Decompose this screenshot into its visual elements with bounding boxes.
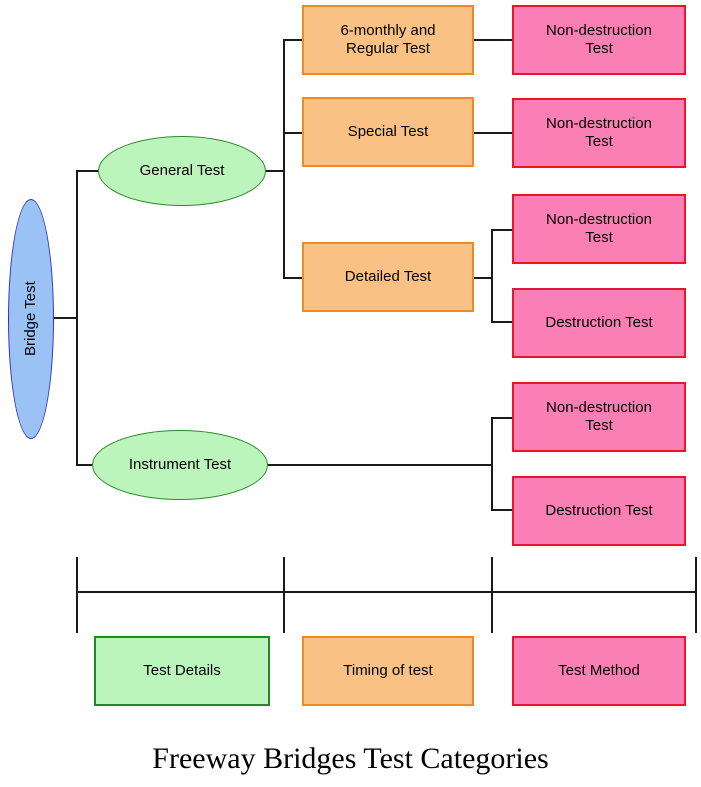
node-method-destruction-2[interactable]: Destruction Test xyxy=(512,476,686,546)
node-method-destruction-1[interactable]: Destruction Test xyxy=(512,288,686,358)
connector-special-to-method xyxy=(474,132,514,134)
node-method-nondestruction-2-label: Non-destruction Test xyxy=(546,115,652,150)
node-method-nondestruction-1-label: Non-destruction Test xyxy=(546,22,652,57)
node-method-nondestruction-3-label: Non-destruction Test xyxy=(546,211,652,246)
node-method-nondestruction-2[interactable]: Non-destruction Test xyxy=(512,98,686,168)
legend-item-timing-of-test-label: Timing of test xyxy=(343,662,433,680)
node-method-nondestruction-4[interactable]: Non-destruction Test xyxy=(512,382,686,452)
legend-item-timing-of-test[interactable]: Timing of test xyxy=(302,636,474,706)
legend-tick-3 xyxy=(491,557,493,633)
connector-sixmonthly-to-method xyxy=(474,39,514,41)
diagram-caption: Freeway Bridges Test Categories xyxy=(152,742,549,775)
node-instrument-test-label: Instrument Test xyxy=(128,456,232,474)
legend-tick-4 xyxy=(695,557,697,633)
node-general-test-label: General Test xyxy=(139,162,225,180)
legend-item-test-method-label: Test Method xyxy=(558,662,640,680)
legend-item-test-method[interactable]: Test Method xyxy=(512,636,686,706)
node-detailed-test[interactable]: Detailed Test xyxy=(302,242,474,312)
connector-detailed-split-trunk xyxy=(491,229,493,323)
connector-detailed-to-nondestruction xyxy=(491,229,514,231)
node-method-destruction-2-label: Destruction Test xyxy=(545,502,653,520)
connector-timing-to-sixmonthly xyxy=(283,39,302,41)
node-detailed-test-label: Detailed Test xyxy=(344,268,432,286)
node-method-nondestruction-4-label: Non-destruction Test xyxy=(546,399,652,434)
diagram-canvas: Bridge Test General Test Instrument Test… xyxy=(0,0,701,787)
legend-item-test-details[interactable]: Test Details xyxy=(94,636,270,706)
connector-root-trunk xyxy=(76,170,78,466)
node-method-nondestruction-1[interactable]: Non-destruction Test xyxy=(512,5,686,75)
connector-timing-to-detailed xyxy=(283,277,302,279)
legend-tick-1 xyxy=(76,557,78,633)
node-general-test[interactable]: General Test xyxy=(98,136,266,206)
node-six-monthly-regular-test[interactable]: 6-monthly and Regular Test xyxy=(302,5,474,75)
connector-timing-to-special xyxy=(283,132,302,134)
node-bridge-test-label: Bridge Test xyxy=(22,281,40,357)
node-special-test-label: Special Test xyxy=(347,123,429,141)
connector-detailed-to-destruction xyxy=(491,321,514,323)
connector-root-stub xyxy=(52,317,78,319)
connector-timing-trunk xyxy=(283,39,285,279)
connector-instrument-to-nondestruction xyxy=(491,417,514,419)
connector-instrument-to-destruction xyxy=(491,509,514,511)
connector-general-stub xyxy=(264,170,285,172)
node-method-nondestruction-3[interactable]: Non-destruction Test xyxy=(512,194,686,264)
node-bridge-test[interactable]: Bridge Test xyxy=(8,199,54,439)
connector-instrument-split-trunk xyxy=(491,417,493,510)
node-special-test[interactable]: Special Test xyxy=(302,97,474,167)
node-method-destruction-1-label: Destruction Test xyxy=(545,314,653,332)
legend-tick-2 xyxy=(283,557,285,633)
node-instrument-test[interactable]: Instrument Test xyxy=(92,430,268,500)
connector-instrument-stub xyxy=(264,464,493,466)
node-six-monthly-regular-test-label: 6-monthly and Regular Test xyxy=(340,22,436,57)
legend-axis-line xyxy=(76,591,697,593)
legend-item-test-details-label: Test Details xyxy=(143,662,221,680)
